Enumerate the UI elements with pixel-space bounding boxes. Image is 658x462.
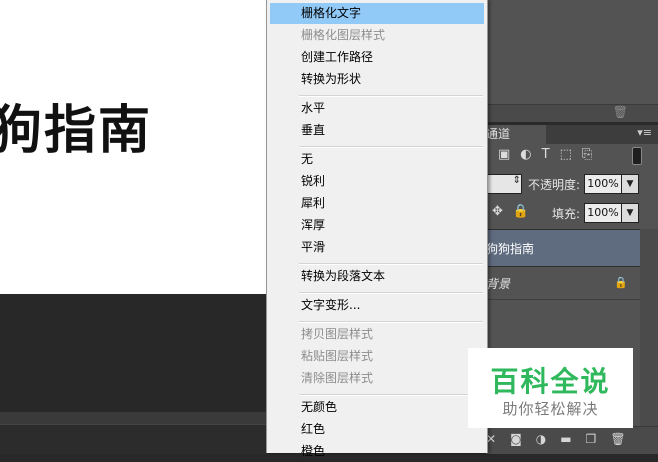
lock-icon: 🔒 bbox=[614, 276, 628, 289]
layer-filter-icons: ▣ ◐ T ⬚ ⎘ bbox=[498, 147, 592, 162]
menu-item-copy-layer-style: 拷贝图层样式 bbox=[301, 327, 374, 341]
type-filter-icon[interactable]: T bbox=[542, 147, 550, 162]
move-lock-icon[interactable]: ✥ bbox=[492, 204, 503, 219]
menu-item-antialias-sharp[interactable]: 锐利 bbox=[270, 171, 484, 192]
menu-separator bbox=[299, 321, 483, 323]
lock-icon[interactable]: 🔒 bbox=[513, 204, 529, 219]
shape-filter-icon[interactable]: ⬚ bbox=[560, 147, 572, 162]
menu-separator bbox=[299, 95, 483, 97]
menu-item-convert-to-paragraph[interactable]: 转换为段落文本 bbox=[270, 266, 484, 287]
fill-input[interactable]: 100% bbox=[584, 203, 622, 223]
folder-icon[interactable]: ▬ bbox=[560, 432, 571, 446]
mask-icon[interactable]: ◙ bbox=[510, 432, 522, 446]
upper-panel-footer bbox=[486, 104, 658, 123]
menu-item-horizontal[interactable]: 水平 bbox=[270, 98, 484, 119]
layers-scrollbar[interactable] bbox=[640, 229, 658, 426]
layers-footer-icons: ✕ ◙ ◑ ▬ ❐ 🗑 bbox=[486, 432, 626, 446]
tab-channels-label: 通道 bbox=[486, 127, 511, 141]
adjustment-filter-icon[interactable]: ◐ bbox=[520, 147, 531, 162]
filter-toggle[interactable] bbox=[632, 147, 642, 165]
menu-separator bbox=[299, 146, 483, 148]
chevron-down-icon[interactable]: ▼ bbox=[621, 203, 639, 223]
menu-item-create-work-path[interactable]: 创建工作路径 bbox=[270, 47, 484, 68]
image-filter-icon[interactable]: ▣ bbox=[498, 147, 510, 162]
panel-menu-icon[interactable]: ▾≡ bbox=[637, 126, 652, 139]
menu-item-clear-layer-style: 清除图层样式 bbox=[301, 371, 374, 385]
menu-item-antialias-crisp[interactable]: 犀利 bbox=[270, 193, 484, 214]
menu-item-rasterize-layer-style: 栅格化图层样式 bbox=[301, 28, 386, 42]
menu-separator bbox=[299, 263, 483, 265]
tab-channels[interactable]: 通道 bbox=[486, 125, 546, 144]
trash-icon[interactable]: 🗑 bbox=[613, 105, 628, 119]
menu-item-antialias-smooth[interactable]: 平滑 bbox=[270, 237, 484, 258]
menu-item-rasterize-type[interactable]: 栅格化文字 bbox=[270, 3, 484, 24]
menu-item-paste-layer-style: 粘贴图层样式 bbox=[301, 349, 374, 363]
lock-icons: ✥ 🔒 bbox=[492, 204, 529, 219]
adjustment-layer-icon[interactable]: ◑ bbox=[536, 432, 546, 446]
context-menu: 栅格化文字 栅格化图层样式 创建工作路径 转换为形状 水平 垂直 无 锐利 犀利… bbox=[266, 0, 488, 458]
status-bar bbox=[0, 412, 266, 424]
menu-item-antialias-strong[interactable]: 浑厚 bbox=[270, 215, 484, 236]
menu-item-convert-to-shape[interactable]: 转换为形状 bbox=[270, 69, 484, 90]
pasteboard bbox=[0, 294, 266, 412]
menu-item-no-color[interactable]: 无颜色 bbox=[270, 397, 484, 418]
blend-mode-select[interactable]: ⇕ bbox=[486, 174, 522, 194]
menu-separator bbox=[299, 394, 483, 396]
watermark-subtitle: 助你轻松解决 bbox=[502, 400, 599, 418]
canvas-text-layer: 狗指南 bbox=[0, 101, 153, 161]
opacity-input[interactable]: 100% bbox=[584, 174, 622, 194]
new-layer-icon[interactable]: ❐ bbox=[586, 432, 597, 446]
layer-name: 背景 bbox=[486, 277, 511, 291]
timeline-strip bbox=[0, 424, 266, 454]
fill-label: 填充: bbox=[552, 207, 581, 221]
upper-panel bbox=[486, 0, 658, 104]
watermark-title: 百科全说 bbox=[490, 365, 611, 398]
menu-item-orange[interactable]: 橙色 bbox=[270, 441, 484, 462]
opacity-label: 不透明度: bbox=[528, 178, 581, 192]
chevron-down-icon[interactable]: ▼ bbox=[621, 174, 639, 194]
menu-item-red[interactable]: 红色 bbox=[270, 419, 484, 440]
menu-item-antialias-none[interactable]: 无 bbox=[270, 149, 484, 170]
layer-name: 狗狗指南 bbox=[486, 242, 535, 256]
menu-separator bbox=[299, 292, 483, 294]
menu-item-warp-text[interactable]: 文字变形... bbox=[270, 295, 484, 316]
menu-item-vertical[interactable]: 垂直 bbox=[270, 120, 484, 141]
trash-icon[interactable]: 🗑 bbox=[610, 432, 625, 446]
smart-object-filter-icon[interactable]: ⎘ bbox=[582, 147, 592, 162]
